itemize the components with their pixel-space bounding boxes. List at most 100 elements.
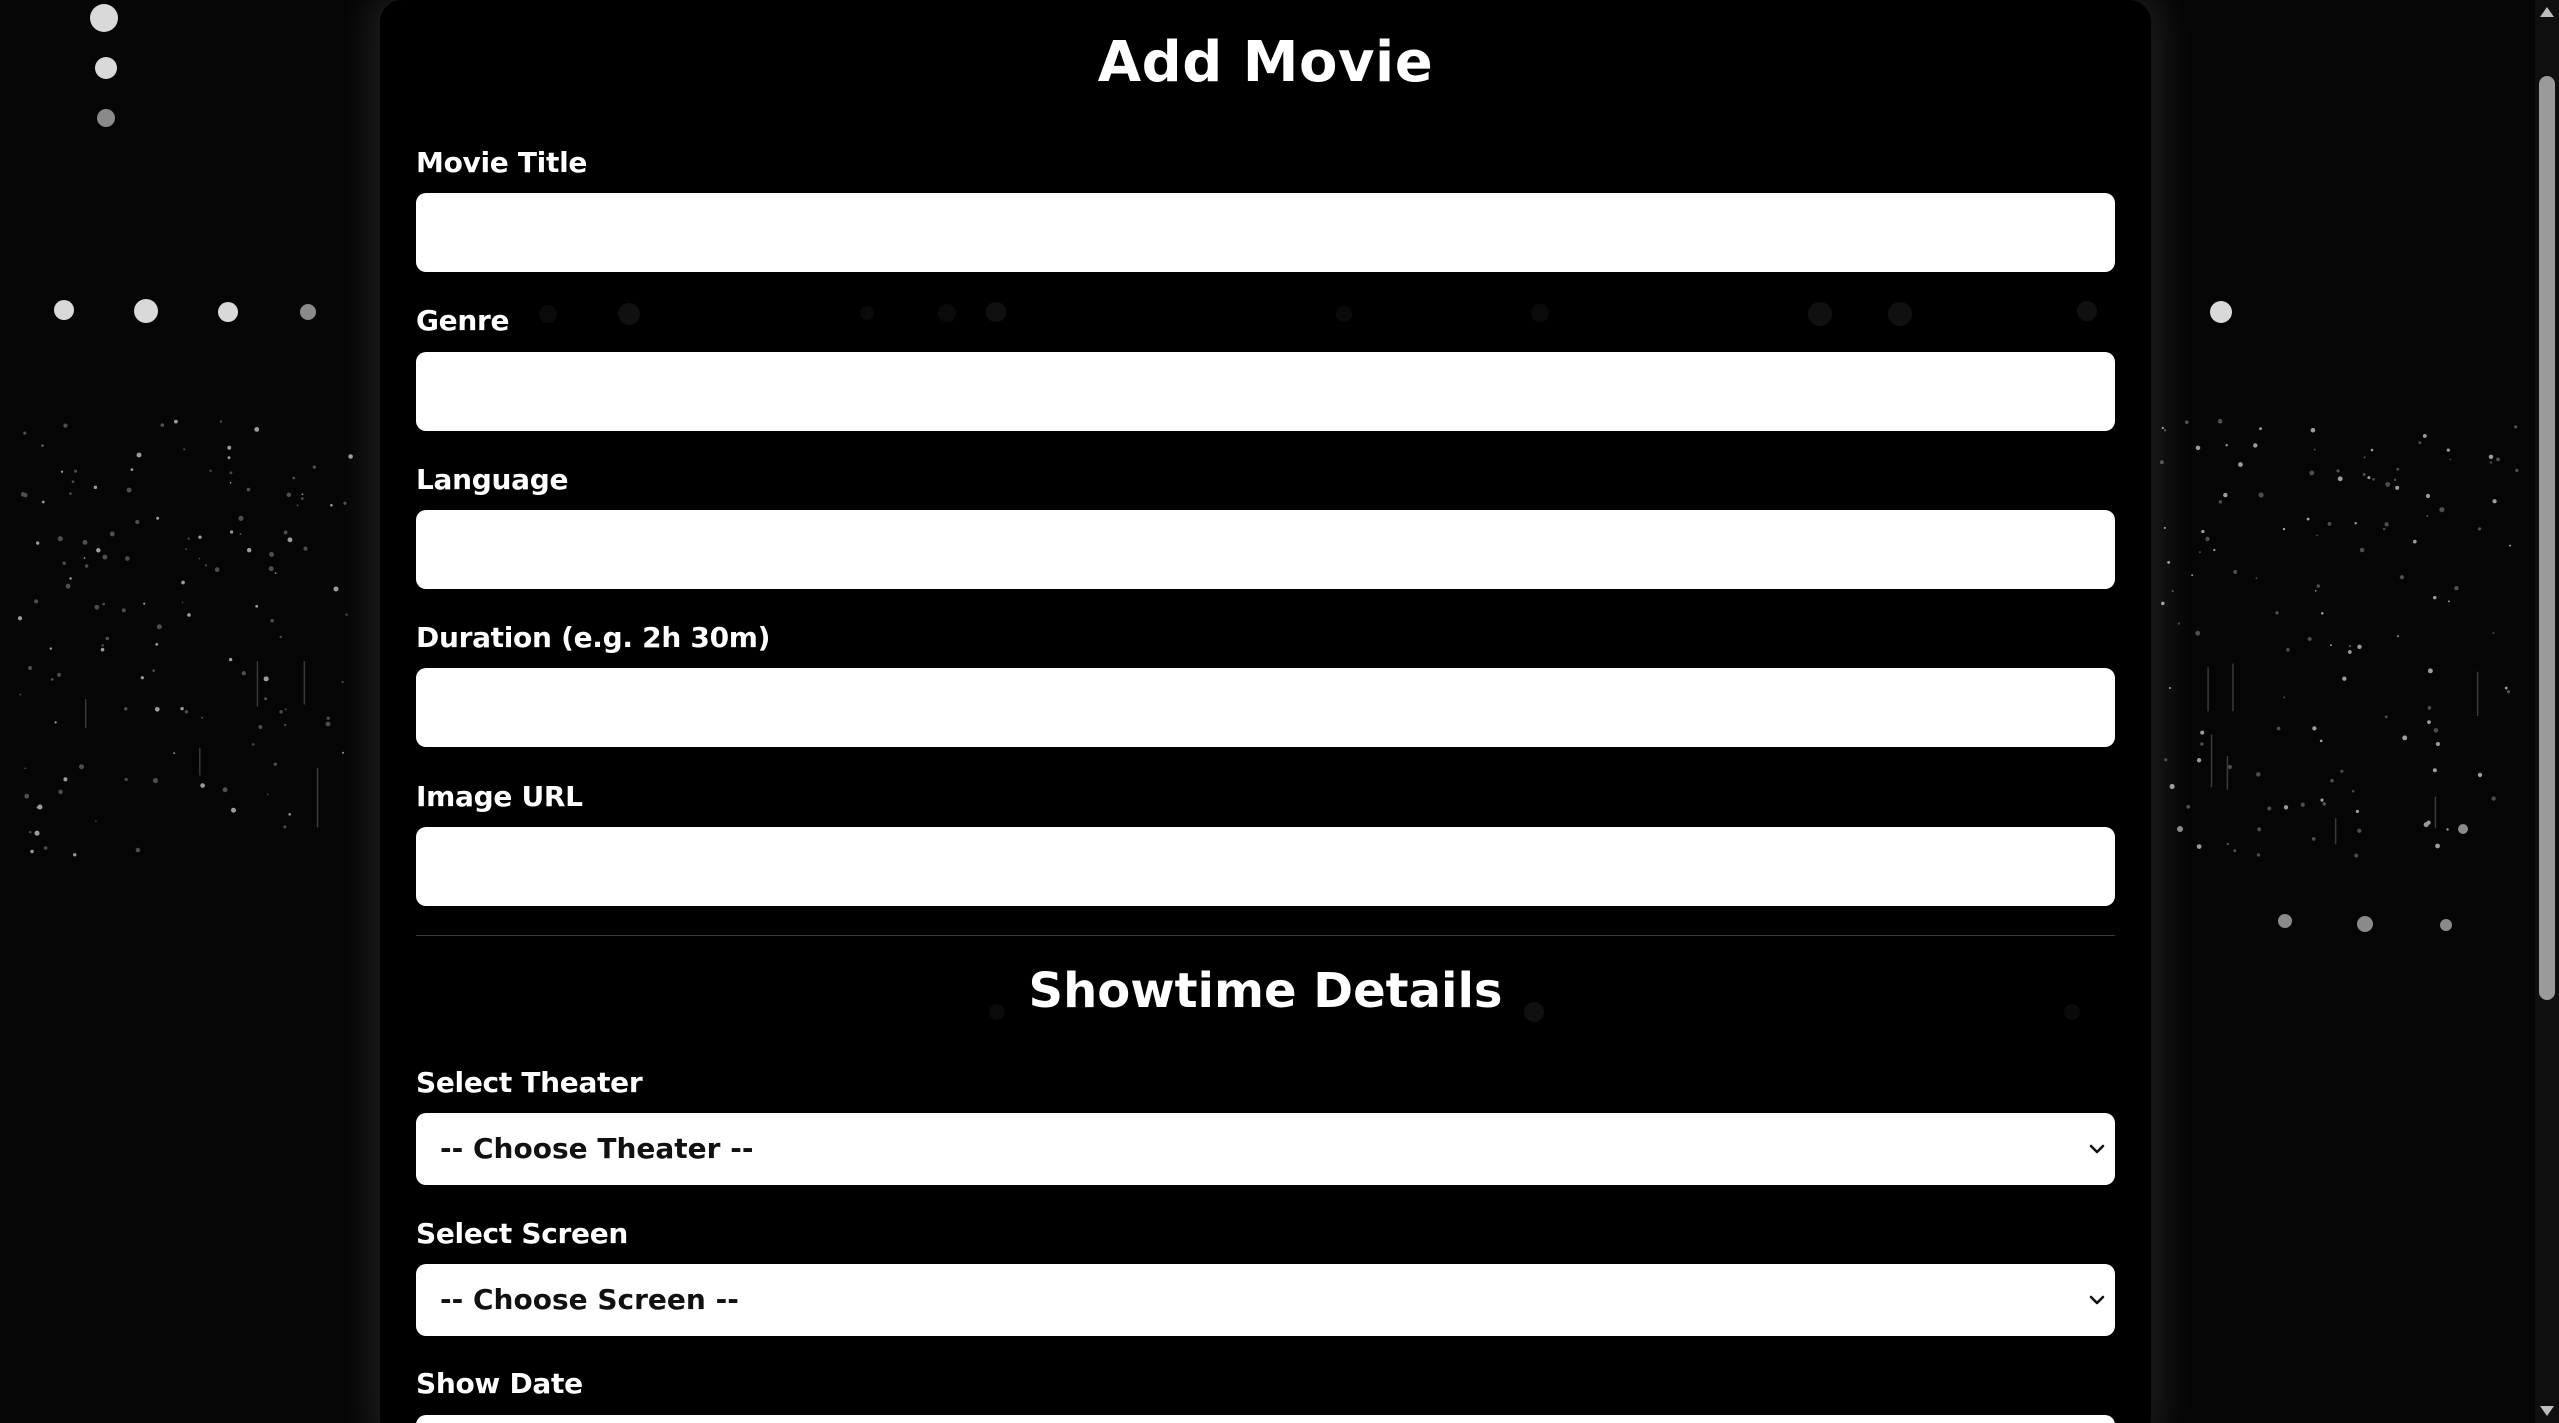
star-dot <box>2168 686 2172 690</box>
star-dot <box>2177 622 2181 625</box>
star-dot <box>330 503 333 507</box>
star-dot <box>266 793 269 796</box>
star-dot <box>2276 726 2281 731</box>
star-dot <box>2336 469 2340 473</box>
star-dot <box>268 566 274 572</box>
star-dot <box>2205 536 2210 542</box>
star-dot <box>100 647 105 652</box>
star-dot <box>2435 741 2440 747</box>
star-dot <box>2384 715 2388 719</box>
star-dot <box>218 302 238 322</box>
star-dot <box>43 846 48 850</box>
screen-select[interactable]: -- Choose Screen -- <box>416 1264 2115 1336</box>
star-dot <box>201 716 204 719</box>
star-dot <box>254 427 260 432</box>
star-dot <box>2447 600 2450 603</box>
star-dot <box>230 530 234 534</box>
star-dot <box>102 554 108 560</box>
star-dot <box>343 501 347 505</box>
genre-label: Genre <box>416 304 510 337</box>
star-dot <box>187 537 190 540</box>
star-dot <box>2306 517 2310 521</box>
theater-select[interactable]: -- Choose Theater -- <box>416 1113 2115 1185</box>
movie-title-input[interactable] <box>416 193 2115 272</box>
triangle-up-icon[interactable] <box>2538 4 2556 20</box>
star-dot <box>65 583 71 589</box>
triangle-down-icon[interactable] <box>2538 1403 2556 1419</box>
star-dot <box>2446 828 2449 831</box>
star-dot <box>2354 853 2359 858</box>
star-dot <box>24 793 30 799</box>
star-dot <box>303 546 308 551</box>
star-streak <box>2476 671 2479 717</box>
star-streak <box>316 767 319 828</box>
star-dot <box>345 613 348 616</box>
star-dot <box>2399 575 2405 580</box>
language-input[interactable] <box>416 510 2115 589</box>
star-dot <box>2351 789 2355 793</box>
star-streak <box>84 699 87 729</box>
star-dot <box>2514 425 2518 429</box>
star-dot <box>286 492 292 498</box>
star-dot <box>2195 445 2201 451</box>
scrollbar-thumb[interactable] <box>2539 76 2555 1000</box>
star-dot <box>2218 500 2223 504</box>
star-dot <box>292 476 296 480</box>
star-dot <box>283 825 287 829</box>
star-dot <box>83 557 86 559</box>
star-dot <box>2300 802 2305 807</box>
star-dot <box>71 480 75 484</box>
star-dot <box>2283 805 2289 810</box>
star-dot <box>2312 726 2317 731</box>
star-dot <box>2184 420 2189 425</box>
star-dot <box>74 469 78 473</box>
star-dot <box>2196 844 2202 849</box>
duration-input[interactable] <box>416 668 2115 747</box>
star-dot <box>143 602 146 605</box>
star-dot <box>154 706 160 712</box>
star-dot <box>101 644 104 647</box>
star-dot <box>57 536 63 542</box>
star-dot <box>241 671 246 676</box>
star-streak <box>2207 667 2209 712</box>
star-dot <box>2320 798 2324 802</box>
star-dot <box>2355 809 2360 814</box>
star-streak <box>303 661 306 705</box>
star-dot <box>2362 473 2366 477</box>
star-dot <box>155 642 159 646</box>
star-dot <box>2492 499 2497 504</box>
image-url-input[interactable] <box>416 827 2115 906</box>
star-dot <box>27 665 33 671</box>
star-dot <box>2316 584 2321 588</box>
star-dot <box>17 616 23 621</box>
star-dot <box>2177 826 2183 832</box>
star-dot <box>181 601 184 604</box>
star-dot <box>2283 696 2286 699</box>
star-dot <box>2491 796 2496 801</box>
star-dot <box>125 556 130 561</box>
star-dot <box>2233 569 2238 574</box>
chevron-down-icon <box>2089 1295 2105 1305</box>
star-dot <box>49 647 52 650</box>
star-dot <box>263 676 269 682</box>
vertical-scrollbar[interactable] <box>2535 0 2559 1423</box>
star-dot <box>284 723 287 727</box>
star-dot <box>2330 778 2334 783</box>
star-dot <box>2217 418 2223 424</box>
star-dot <box>229 481 232 484</box>
star-dot <box>2477 527 2482 531</box>
star-dot <box>2257 827 2262 832</box>
star-dot <box>342 751 345 754</box>
star-dot <box>2320 612 2324 615</box>
show-date-input[interactable] <box>416 1415 2115 1423</box>
star-dot <box>2396 467 2400 471</box>
star-dot <box>2259 427 2262 431</box>
star-dot <box>79 764 84 770</box>
star-dot <box>239 532 242 535</box>
star-dot <box>2504 686 2508 690</box>
star-dot <box>2454 585 2459 591</box>
star-dot <box>198 535 202 539</box>
star-dot <box>231 807 237 813</box>
genre-input[interactable] <box>416 352 2115 431</box>
star-dot <box>96 548 101 553</box>
